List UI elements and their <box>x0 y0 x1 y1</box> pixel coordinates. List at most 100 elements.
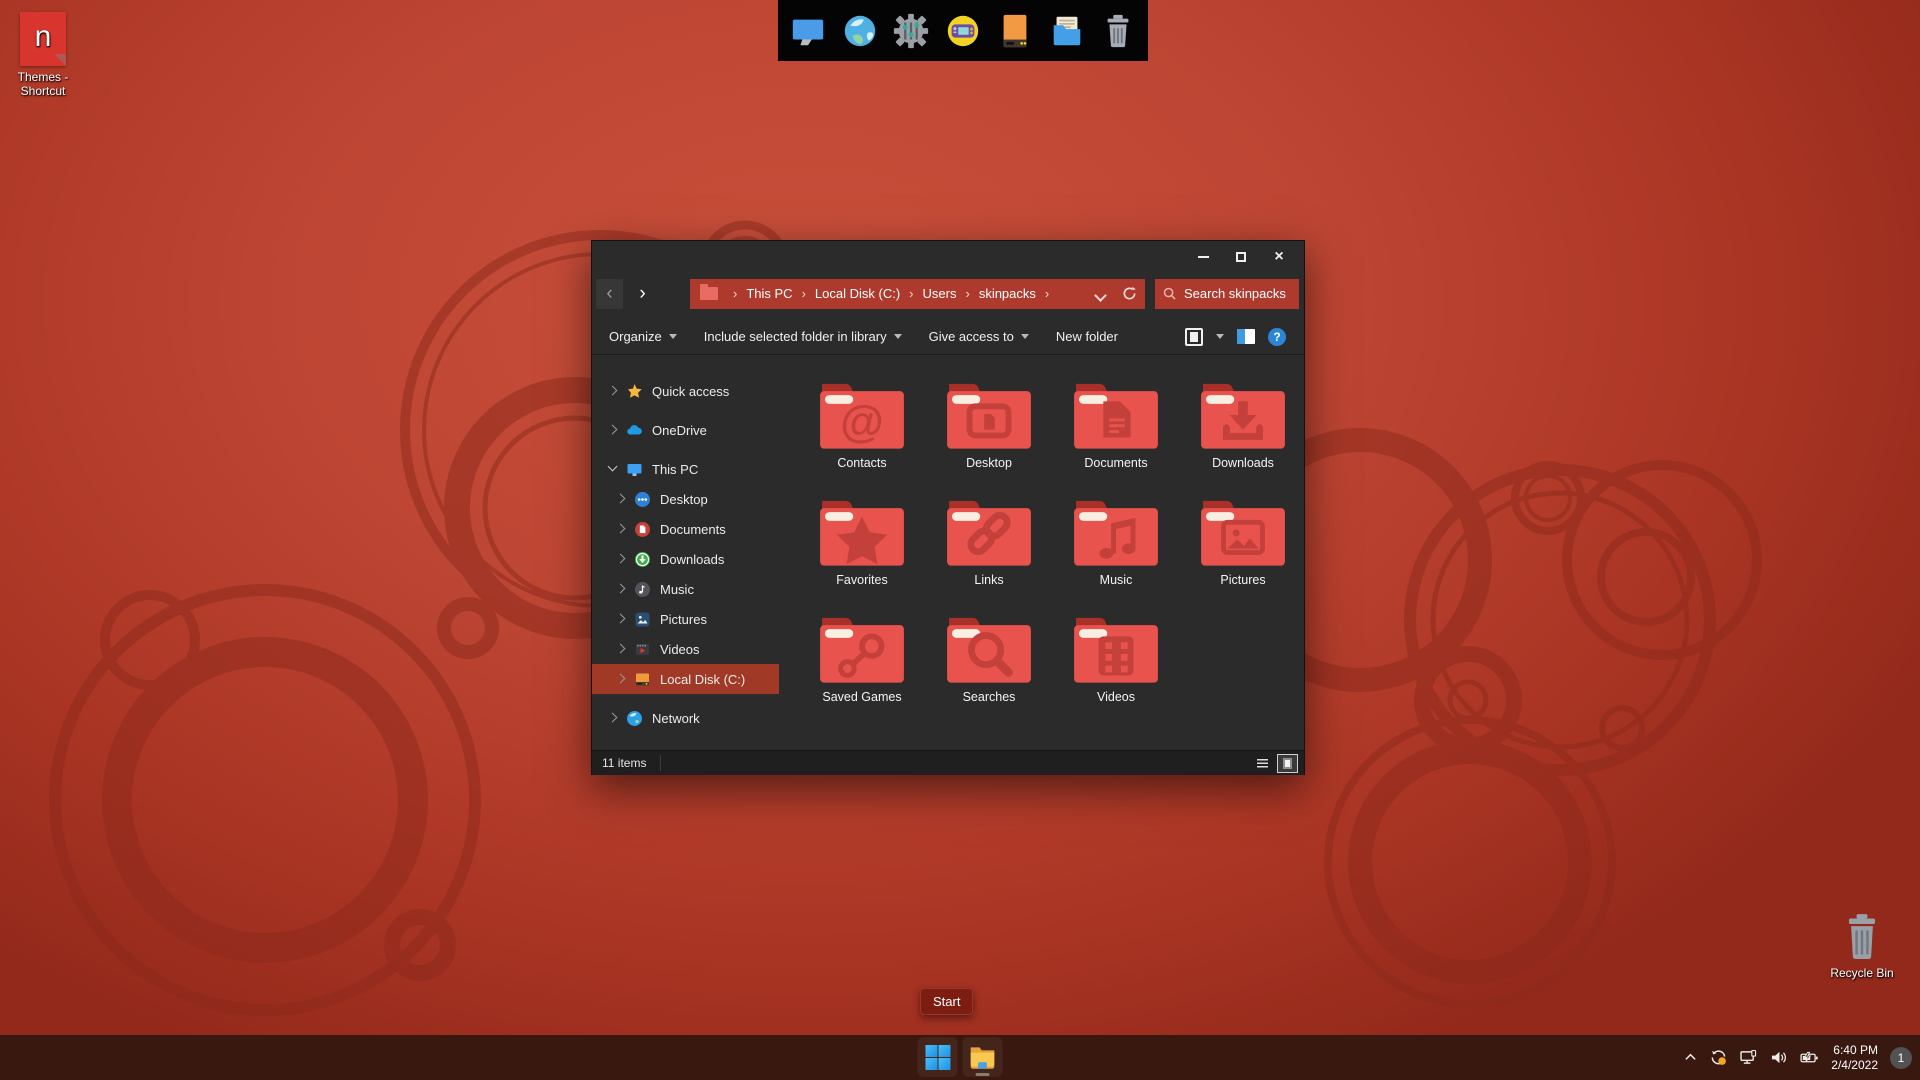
tray-network-icon[interactable] <box>1740 1050 1758 1065</box>
dock-display-icon[interactable] <box>786 9 830 53</box>
desktop-icon-recycle-bin[interactable]: Recycle Bin <box>1822 912 1902 980</box>
search-input[interactable]: Search skinpacks <box>1155 278 1299 309</box>
chevron-right-icon[interactable] <box>613 642 627 656</box>
breadcrumb-skinpacks[interactable]: skinpacks <box>979 286 1036 301</box>
caret-down-icon <box>893 334 902 339</box>
dock-trash-icon[interactable] <box>1096 9 1140 53</box>
caret-down-icon[interactable] <box>1216 334 1224 339</box>
recycle-bin-label: Recycle Bin <box>1830 966 1894 980</box>
command-toolbar: Organize Include selected folder in libr… <box>592 319 1304 355</box>
chevron-right-icon[interactable] <box>613 582 627 596</box>
notification-badge[interactable]: 1 <box>1890 1046 1912 1069</box>
file-item-documents[interactable]: Documents <box>1057 379 1175 496</box>
file-item-pictures[interactable]: Pictures <box>1184 496 1302 613</box>
item-count: 11 items <box>602 756 647 770</box>
chevron-right-icon[interactable] <box>605 711 619 725</box>
file-item-videos[interactable]: Videos <box>1057 613 1175 730</box>
recycle-bin-icon <box>1840 912 1884 962</box>
breadcrumb-this-pc[interactable]: This PC <box>746 286 792 301</box>
address-dropdown-icon[interactable] <box>1096 289 1106 299</box>
searches-folder-icon <box>947 617 1031 683</box>
details-view-button[interactable] <box>1252 754 1273 773</box>
forward-button[interactable]: › <box>629 279 656 309</box>
start-button[interactable] <box>917 1037 958 1077</box>
crumb-separator: › <box>1044 286 1050 301</box>
links-folder-icon <box>947 500 1031 566</box>
sidebar-item-documents[interactable]: Documents <box>592 514 779 544</box>
sidebar-item-desktop[interactable]: Desktop <box>592 484 779 514</box>
close-button[interactable]: × <box>1260 241 1298 272</box>
start-tooltip: Start <box>920 988 974 1015</box>
preview-pane-button[interactable] <box>1237 329 1255 344</box>
back-button[interactable]: ‹ <box>596 278 623 309</box>
dock-settings-gear-icon[interactable] <box>889 9 933 53</box>
sidebar-item-local-disk[interactable]: Local Disk (C:) <box>592 664 779 694</box>
crumb-separator: › <box>733 286 738 301</box>
organize-menu[interactable]: Organize <box>609 329 677 344</box>
tray-battery-icon[interactable] <box>1800 1051 1819 1065</box>
chevron-right-icon[interactable] <box>605 423 619 437</box>
new-folder-button[interactable]: New folder <box>1056 329 1118 344</box>
file-item-favorites[interactable]: Favorites <box>803 496 921 613</box>
status-divider <box>660 755 662 771</box>
title-bar[interactable]: × <box>592 241 1304 272</box>
dock-globe-icon[interactable] <box>838 9 882 53</box>
sidebar-item-pictures[interactable]: Pictures <box>592 604 779 634</box>
minimize-button[interactable] <box>1184 241 1222 272</box>
chevron-right-icon[interactable] <box>605 384 619 398</box>
address-bar[interactable]: › This PC › Local Disk (C:) › Users › sk… <box>690 278 1145 309</box>
include-in-library-menu[interactable]: Include selected folder in library <box>704 329 902 344</box>
taskbar-file-explorer-button[interactable] <box>962 1037 1003 1077</box>
file-item-music[interactable]: Music <box>1057 496 1175 613</box>
tray-sync-icon[interactable] <box>1709 1049 1728 1066</box>
crumb-separator: › <box>801 286 806 301</box>
tray-chevron-up-icon[interactable] <box>1684 1051 1697 1064</box>
app-dock <box>778 0 1148 61</box>
chevron-down-icon[interactable] <box>605 462 619 476</box>
dock-games-icon[interactable] <box>941 9 985 53</box>
change-view-button[interactable] <box>1185 327 1203 346</box>
search-icon <box>1163 287 1176 300</box>
file-explorer-icon <box>970 1047 995 1069</box>
desktop-folder-icon <box>947 383 1031 449</box>
address-folder-icon <box>700 284 718 300</box>
sidebar-item-quick-access[interactable]: Quick access <box>592 376 779 406</box>
maximize-button[interactable] <box>1222 241 1260 272</box>
tray-volume-icon[interactable] <box>1770 1050 1788 1065</box>
breadcrumb-users[interactable]: Users <box>923 286 957 301</box>
sidebar-item-music[interactable]: Music <box>592 574 779 604</box>
help-button[interactable]: ? <box>1268 327 1286 346</box>
dock-external-drive-icon[interactable] <box>993 9 1037 53</box>
refresh-icon[interactable] <box>1122 286 1137 301</box>
star-icon <box>626 383 643 400</box>
chevron-right-icon[interactable] <box>613 672 627 686</box>
file-item-desktop[interactable]: Desktop <box>930 379 1048 496</box>
desktop-shortcut-themes[interactable]: n Themes - Shortcut <box>0 12 86 98</box>
sidebar-item-videos[interactable]: Videos <box>592 634 779 664</box>
sidebar-item-network[interactable]: Network <box>592 703 779 733</box>
file-item-contacts[interactable]: @ Contacts <box>803 379 921 496</box>
dock-file-manager-icon[interactable] <box>1045 9 1089 53</box>
chevron-right-icon[interactable] <box>613 552 627 566</box>
file-item-saved-games[interactable]: Saved Games <box>803 613 921 730</box>
give-access-menu[interactable]: Give access to <box>929 329 1029 344</box>
chevron-right-icon[interactable] <box>613 522 627 536</box>
large-icons-view-button[interactable] <box>1277 753 1298 773</box>
file-item-links[interactable]: Links <box>930 496 1048 613</box>
chevron-right-icon[interactable] <box>613 492 627 506</box>
file-item-searches[interactable]: Searches <box>930 613 1048 730</box>
pictures-folder-icon <box>634 611 651 628</box>
breadcrumb-local-disk[interactable]: Local Disk (C:) <box>815 286 900 301</box>
sidebar-item-onedrive[interactable]: OneDrive <box>592 415 779 445</box>
cloud-icon <box>626 422 643 439</box>
file-item-downloads[interactable]: Downloads <box>1184 379 1302 496</box>
local-disk-icon <box>634 671 651 688</box>
sidebar-item-this-pc[interactable]: This PC <box>592 454 779 484</box>
caret-down-icon <box>1020 334 1029 339</box>
chevron-right-icon[interactable] <box>613 612 627 626</box>
documents-folder-icon <box>634 521 651 538</box>
sidebar-item-downloads[interactable]: Downloads <box>592 544 779 574</box>
contacts-folder-icon: @ <box>820 383 904 449</box>
pictures-folder-icon <box>1201 500 1285 566</box>
taskbar-clock[interactable]: 6:40 PM 2/4/2022 <box>1831 1043 1878 1073</box>
